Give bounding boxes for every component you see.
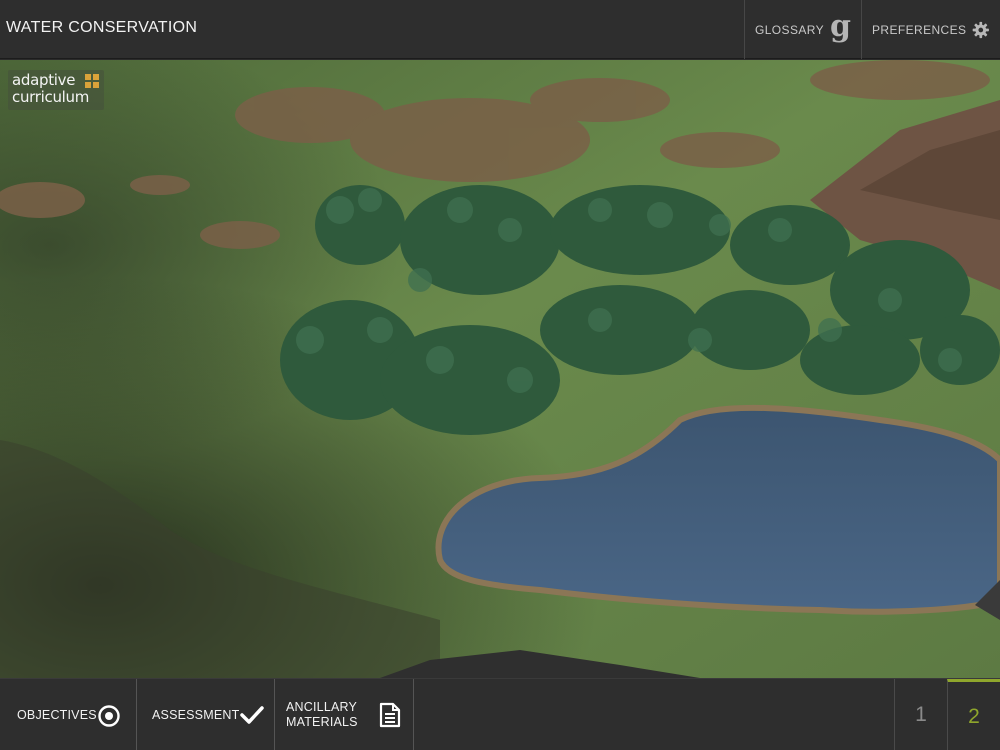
- preferences-button[interactable]: PREFERENCES: [861, 0, 1000, 59]
- document-icon: [379, 702, 401, 728]
- target-icon: [98, 705, 120, 727]
- glossary-icon: g: [830, 8, 852, 44]
- page-2-button[interactable]: 2: [947, 679, 1000, 750]
- ancillary-label-line-2: MATERIALS: [286, 715, 358, 729]
- assessment-button[interactable]: ASSESSMENT: [137, 679, 275, 750]
- terrain-illustration: [0, 60, 1000, 678]
- assessment-label: ASSESSMENT: [152, 707, 240, 722]
- app-title: WATER CONSERVATION: [6, 19, 198, 36]
- glossary-button[interactable]: GLOSSARY g: [744, 0, 861, 59]
- terrain-scene[interactable]: adaptive curriculum: [0, 60, 1000, 678]
- ancillary-label-line-1: ANCILLARY: [286, 700, 358, 714]
- checkmark-icon: [240, 706, 264, 724]
- ancillary-label: ANCILLARY MATERIALS: [286, 700, 358, 730]
- page-1-button[interactable]: 1: [894, 679, 947, 750]
- ancillary-materials-button[interactable]: ANCILLARY MATERIALS: [275, 679, 414, 750]
- objectives-button[interactable]: OBJECTIVES: [0, 679, 137, 750]
- glossary-label: GLOSSARY: [755, 22, 825, 37]
- objectives-label: OBJECTIVES: [17, 707, 97, 722]
- logo-line-2: curriculum: [12, 88, 90, 106]
- preferences-label: PREFERENCES: [872, 22, 967, 37]
- bottom-bar: OBJECTIVES ASSESSMENT ANCILLARY MATERIAL…: [0, 678, 1000, 750]
- logo-mark-icon: [85, 74, 99, 88]
- gear-icon: [973, 21, 990, 38]
- adaptive-curriculum-logo: adaptive curriculum: [8, 70, 104, 110]
- top-bar: WATER CONSERVATION GLOSSARY g PREFERENCE…: [0, 0, 1000, 59]
